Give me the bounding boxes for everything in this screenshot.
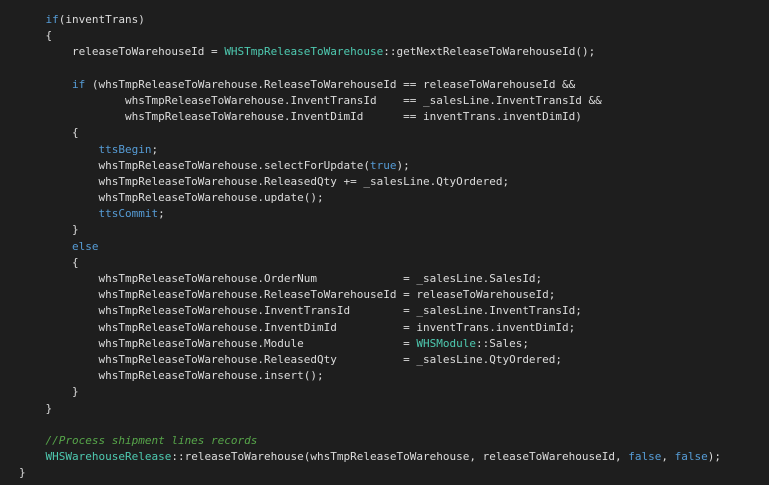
code-line: { xyxy=(19,28,721,44)
text-token: ; xyxy=(158,207,165,221)
text-token: whsTmpReleaseToWarehouse.OrderNum = _sal… xyxy=(19,272,543,285)
code-line: whsTmpReleaseToWarehouse.selectForUpdate… xyxy=(19,158,721,174)
keyword-token: else xyxy=(19,239,99,253)
text-token: whsTmpReleaseToWarehouse.selectForUpdate… xyxy=(19,158,370,172)
code-line: } xyxy=(19,465,721,481)
text-token: ); xyxy=(707,450,722,464)
code-line: whsTmpReleaseToWarehouse.ReleasedQty = _… xyxy=(19,352,721,368)
keyword-token: if xyxy=(19,13,59,26)
type-token: WHSTmpReleaseToWarehouse xyxy=(224,45,384,59)
text-token: whsTmpReleaseToWarehouse.InventTransId =… xyxy=(19,304,582,318)
text-token: } xyxy=(19,223,79,237)
text-token: whsTmpReleaseToWarehouse.ReleasedQty = _… xyxy=(19,352,563,366)
code-line: whsTmpReleaseToWarehouse.insert(); xyxy=(19,368,721,384)
text-token: ; xyxy=(151,142,159,156)
text-token: ::Sales; xyxy=(475,336,529,350)
text-token: releaseToWarehouseId = xyxy=(19,45,225,59)
code-line: { xyxy=(19,255,721,271)
code-line: WHSWarehouseRelease::releaseToWarehouse(… xyxy=(19,449,721,465)
text-token: whsTmpReleaseToWarehouse.ReleaseToWareho… xyxy=(19,288,556,302)
text-token: } xyxy=(19,385,79,399)
code-line: { xyxy=(19,125,721,141)
code-line: ttsCommit; xyxy=(19,206,721,222)
code-line: } xyxy=(19,222,721,238)
text-token: { xyxy=(19,126,79,140)
text-token: whsTmpReleaseToWarehouse.InventDimId == … xyxy=(19,110,582,124)
comment-token: //Process shipment lines records xyxy=(19,433,258,447)
code-line: //Process shipment lines records xyxy=(19,433,721,449)
text-token: { xyxy=(19,255,79,269)
code-line: } xyxy=(19,401,721,417)
code-line: whsTmpReleaseToWarehouse.InventTransId =… xyxy=(19,303,721,319)
text-token: (whsTmpReleaseToWarehouse.ReleaseToWareh… xyxy=(85,77,576,91)
code-line: whsTmpReleaseToWarehouse.InventDimId == … xyxy=(19,109,721,125)
code-line: } xyxy=(19,384,721,400)
text-token: whsTmpReleaseToWarehouse.InventTransId =… xyxy=(19,93,602,107)
text-token: whsTmpReleaseToWarehouse.ReleasedQty += … xyxy=(19,174,510,188)
text-token: , xyxy=(661,450,675,464)
text-token: ); xyxy=(396,158,410,172)
keyword-token: true xyxy=(370,158,397,172)
keyword-token: ttsBegin xyxy=(19,142,152,156)
code-line: releaseToWarehouseId = WHSTmpReleaseToWa… xyxy=(19,44,721,60)
text-token: { xyxy=(19,29,53,43)
code-line: else xyxy=(19,239,721,255)
code-line: if (whsTmpReleaseToWarehouse.ReleaseToWa… xyxy=(19,77,721,93)
code-line: whsTmpReleaseToWarehouse.ReleaseToWareho… xyxy=(19,287,721,303)
keyword-token: false xyxy=(628,450,662,464)
text-token: whsTmpReleaseToWarehouse.update(); xyxy=(19,191,324,205)
text-token: } xyxy=(19,401,53,415)
code-line: if(inventTrans) xyxy=(19,12,721,28)
text-token: ::getNextReleaseToWarehouseId(); xyxy=(383,45,596,59)
keyword-token: if xyxy=(19,77,86,91)
code-line: whsTmpReleaseToWarehouse.OrderNum = _sal… xyxy=(19,271,721,287)
type-token: WHSWarehouseRelease xyxy=(19,450,172,464)
code-line: whsTmpReleaseToWarehouse.Module = WHSMod… xyxy=(19,336,721,352)
text-token: } xyxy=(19,466,26,480)
code-line: whsTmpReleaseToWarehouse.InventTransId =… xyxy=(19,93,721,109)
text-token: whsTmpReleaseToWarehouse.Module = xyxy=(19,336,417,350)
keyword-token: false xyxy=(674,450,708,464)
code-line: ttsBegin; xyxy=(19,142,721,158)
type-token: WHSModule xyxy=(416,336,476,350)
text-token: whsTmpReleaseToWarehouse.InventDimId = i… xyxy=(19,320,576,334)
code-area[interactable]: if(inventTrans) { releaseToWarehouseId =… xyxy=(19,12,721,481)
code-editor[interactable]: if(inventTrans) { releaseToWarehouseId =… xyxy=(0,0,769,485)
keyword-token: ttsCommit xyxy=(19,207,159,221)
code-line: whsTmpReleaseToWarehouse.update(); xyxy=(19,190,721,206)
code-line: whsTmpReleaseToWarehouse.InventDimId = i… xyxy=(19,320,721,336)
text-token: ::releaseToWarehouse(whsTmpReleaseToWare… xyxy=(171,450,629,464)
code-line: whsTmpReleaseToWarehouse.ReleasedQty += … xyxy=(19,174,721,190)
text-token: whsTmpReleaseToWarehouse.insert(); xyxy=(19,369,324,383)
text-token: (inventTrans) xyxy=(58,13,145,26)
